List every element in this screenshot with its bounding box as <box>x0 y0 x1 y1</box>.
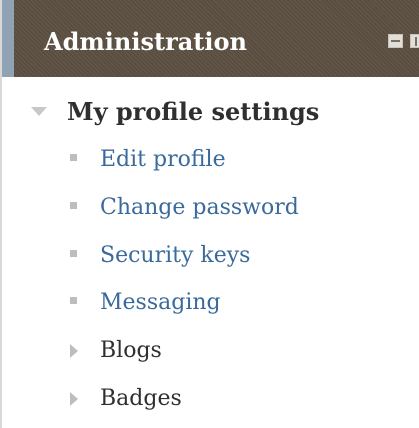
move-icon[interactable] <box>410 34 419 48</box>
tree-item-blogs[interactable]: Blogs <box>2 336 419 376</box>
security-keys-link[interactable]: Security keys <box>100 243 250 268</box>
tree-item-security-keys[interactable]: Security keys <box>2 241 419 281</box>
edit-profile-link[interactable]: Edit profile <box>100 147 226 172</box>
administration-block: Administration My profile settings Edit … <box>0 0 419 428</box>
badges-branch-label[interactable]: Badges <box>100 386 182 411</box>
tree-item-badges[interactable]: Badges <box>2 384 419 424</box>
square-bullet-icon <box>70 250 77 257</box>
expanded-triangle-icon[interactable] <box>31 107 47 116</box>
square-bullet-icon <box>70 154 77 161</box>
tree-item-edit-profile[interactable]: Edit profile <box>2 145 419 185</box>
collapsed-triangle-icon[interactable] <box>70 344 78 358</box>
tree-item-change-password[interactable]: Change password <box>2 193 419 233</box>
square-bullet-icon <box>70 297 77 304</box>
messaging-link[interactable]: Messaging <box>100 290 221 315</box>
change-password-link[interactable]: Change password <box>100 195 299 220</box>
tree-item-messaging[interactable]: Messaging <box>2 288 419 328</box>
collapsed-triangle-icon[interactable] <box>70 392 78 406</box>
tree-node-label[interactable]: My profile settings <box>67 97 319 126</box>
dock-icon[interactable] <box>388 34 403 48</box>
block-header: Administration <box>2 0 419 77</box>
block-title: Administration <box>44 27 247 56</box>
blogs-branch-label[interactable]: Blogs <box>100 338 162 363</box>
square-bullet-icon <box>70 202 77 209</box>
